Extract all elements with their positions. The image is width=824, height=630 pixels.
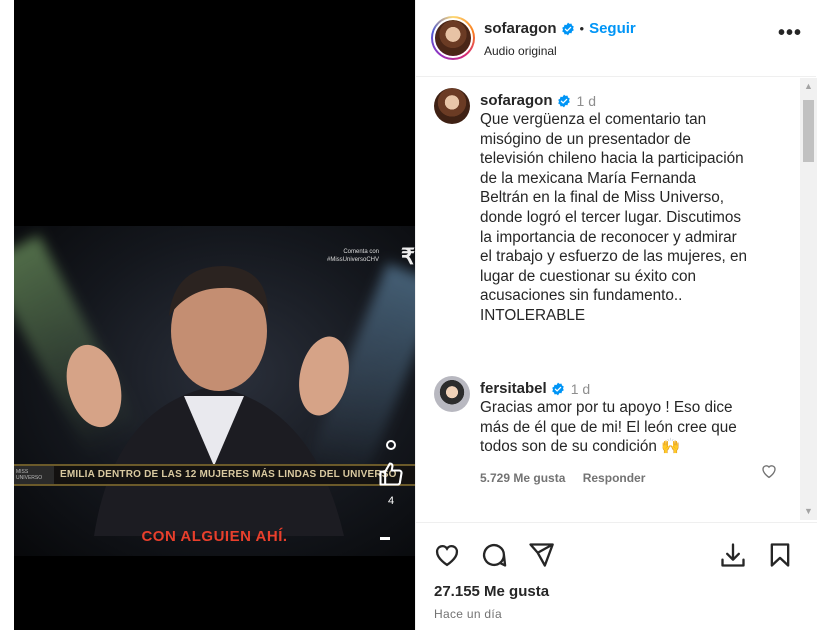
more-options-icon[interactable]: ••• — [778, 22, 802, 45]
scroll-down-arrow-icon[interactable]: ▼ — [800, 503, 817, 520]
post-panel: sofaragon • Seguir Audio original ••• so… — [415, 0, 817, 630]
post-timestamp[interactable]: Hace un día — [434, 607, 502, 621]
post-likes-count[interactable]: 27.155 Me gusta — [434, 583, 549, 600]
comment-time: 1 d — [576, 92, 596, 109]
comment-like-heart-icon[interactable] — [760, 462, 778, 480]
verified-badge-icon — [551, 382, 564, 395]
ticker-text: EMILIA DENTRO DE LAS 12 MUJERES MÁS LIND… — [60, 469, 397, 480]
post-header: sofaragon • Seguir Audio original ••• — [416, 0, 816, 77]
author-username[interactable]: sofaragon — [484, 20, 557, 37]
share-send-icon[interactable] — [527, 541, 555, 569]
video-control-icon[interactable] — [386, 440, 396, 450]
follow-button[interactable]: Seguir — [589, 20, 636, 37]
scroll-thumb[interactable] — [803, 100, 814, 162]
video-subtitle: CON ALGUIEN AHÍ. — [141, 528, 288, 545]
comment-username[interactable]: sofaragon — [480, 92, 553, 109]
verified-badge-icon — [561, 22, 574, 35]
comments-list: sofaragon 1 d Que vergüenza el comentari… — [416, 78, 800, 520]
ticker-tag: MISS UNIVERSO — [14, 466, 54, 484]
comment-icon[interactable] — [480, 541, 508, 569]
comment-avatar[interactable] — [434, 376, 470, 412]
verified-badge-icon — [557, 94, 570, 107]
scroll-up-arrow-icon[interactable]: ▲ — [800, 78, 817, 95]
caption-comment: sofaragon 1 d Que vergüenza el comentari… — [416, 78, 800, 366]
comment-item: fersitabel 1 d Gracias amor por tu apoyo… — [416, 366, 800, 485]
comment-avatar[interactable] — [434, 88, 470, 124]
video-more-icon[interactable]: ▬ — [380, 532, 390, 543]
channel-hashtag: Comenta con #MissUniversoCHV — [326, 249, 379, 263]
comment-text: Gracias amor por tu apoyo ! Eso dice más… — [480, 399, 737, 456]
comment-username[interactable]: fersitabel — [480, 380, 547, 397]
comment-text: Que vergüenza el comentario tan misógino… — [480, 111, 747, 324]
thumbs-up-icon — [379, 462, 403, 486]
comment-time: 1 d — [570, 380, 591, 397]
post-actions: 27.155 Me gusta Hace un día — [416, 522, 817, 630]
news-ticker: MISS UNIVERSO EMILIA DENTRO DE LAS 12 MU… — [14, 464, 415, 486]
presenter-figure — [66, 266, 349, 536]
reel-video[interactable]: Comenta con #MissUniversoCHV ₹ MISS UNIV… — [14, 0, 415, 630]
save-bookmark-icon[interactable] — [766, 541, 794, 569]
reply-button[interactable]: Responder — [583, 471, 646, 485]
comment-likes[interactable]: 5.729 Me gusta — [480, 471, 565, 485]
video-like-count: 4 — [387, 495, 395, 507]
video-frame: Comenta con #MissUniversoCHV ₹ MISS UNIV… — [14, 226, 415, 556]
channel-logo: ₹ — [401, 244, 415, 269]
video-like-button[interactable]: 4 — [374, 460, 408, 507]
author-avatar[interactable] — [431, 16, 475, 60]
audio-label[interactable]: Audio original — [484, 44, 557, 58]
comment-meta: 5.729 Me gusta Responder — [480, 471, 748, 485]
comments-scrollbar[interactable]: ▲ ▼ — [800, 78, 817, 520]
like-heart-icon[interactable] — [433, 541, 461, 569]
separator-dot: • — [579, 21, 585, 36]
download-icon[interactable] — [719, 541, 747, 569]
